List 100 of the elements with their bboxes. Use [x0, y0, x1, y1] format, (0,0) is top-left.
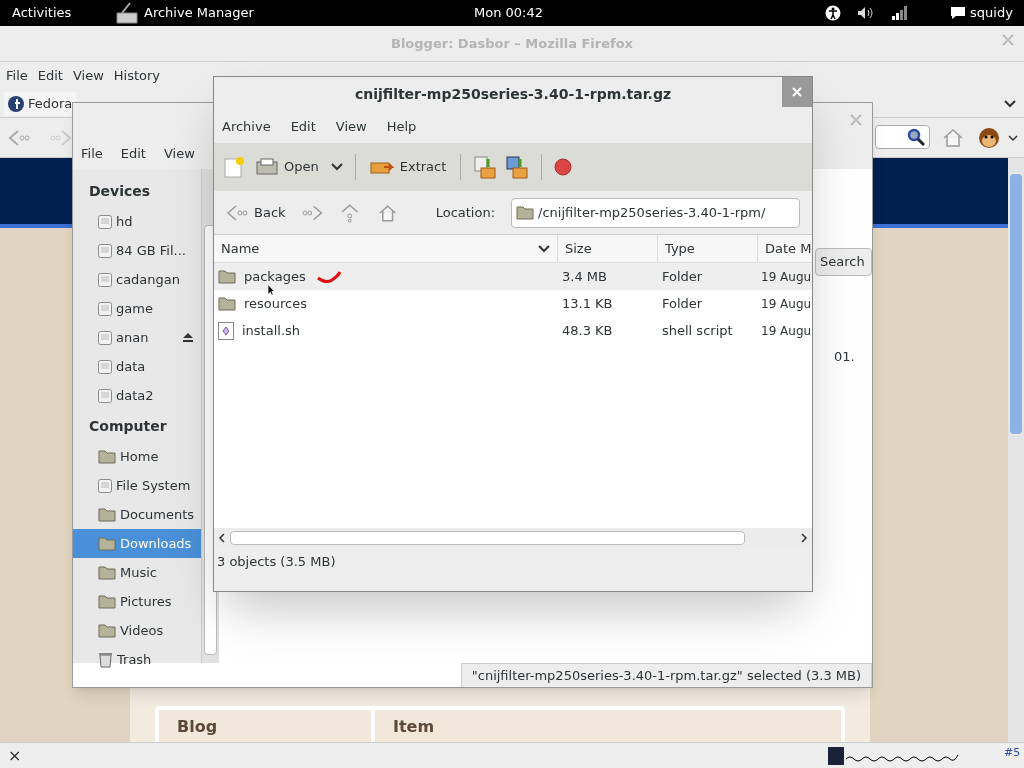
drive-icon: [98, 359, 112, 374]
column-header: Item: [375, 710, 841, 744]
folder-icon: [98, 565, 116, 580]
back-icon[interactable]: [8, 129, 30, 146]
stop-icon[interactable]: [554, 158, 573, 176]
search-field[interactable]: [875, 125, 930, 149]
window-title: cnijfilter-mp250series-3.40-1-rpm.tar.gz: [354, 84, 672, 104]
chat-icon[interactable]: [950, 6, 966, 20]
drive-icon: [98, 301, 112, 316]
open-icon: [256, 158, 278, 176]
tab-count: #5: [1004, 745, 1021, 761]
close-button[interactable]: [782, 77, 812, 107]
menu-item[interactable]: View: [335, 117, 367, 137]
sidebar-item[interactable]: Music: [73, 558, 201, 587]
add-folder-icon[interactable]: [505, 155, 530, 179]
sidebar-item[interactable]: game: [73, 294, 201, 323]
sidebar-item[interactable]: Videos: [73, 616, 201, 645]
drive-icon: [98, 478, 112, 493]
file-name: resources: [244, 297, 307, 310]
location-field[interactable]: /cnijfilter-mp250series-3.40-1-rpm/: [511, 197, 800, 228]
clock[interactable]: Mon 00:42: [474, 3, 543, 23]
menu-item[interactable]: Edit: [290, 117, 316, 137]
file-size: 13.1 KB: [561, 294, 614, 313]
status-text: 3 objects (3.5 MB): [217, 552, 336, 571]
folder-icon: [516, 205, 535, 220]
eject-icon[interactable]: [183, 333, 193, 342]
scroll-left-icon[interactable]: [218, 533, 226, 543]
file-type: Folder: [661, 294, 704, 313]
menu-item[interactable]: History: [113, 66, 161, 86]
dropdown-icon[interactable]: [1008, 135, 1018, 142]
sidebar-item[interactable]: cadangan: [73, 265, 201, 294]
dropdown-icon[interactable]: [330, 163, 343, 171]
drive-icon: [98, 214, 112, 229]
column-header[interactable]: Size: [558, 234, 658, 263]
folder-icon: [218, 296, 236, 311]
activities-button[interactable]: Activities: [12, 3, 106, 23]
drive-icon: [98, 243, 112, 258]
script-file-icon: [218, 321, 234, 340]
home-icon[interactable]: [378, 203, 398, 222]
close-findbar-button[interactable]: ×: [8, 743, 22, 768]
column-header[interactable]: Type: [658, 234, 758, 263]
search-button[interactable]: Search: [815, 248, 872, 276]
menu-item[interactable]: File: [6, 66, 28, 86]
menu-item[interactable]: View: [72, 66, 104, 86]
sidebar-item[interactable]: data2: [73, 381, 201, 410]
file-date: 19 Augu: [760, 295, 812, 313]
sort-icon: [538, 244, 550, 253]
signal-icon[interactable]: [891, 5, 907, 21]
file-size: 48.3 KB: [561, 321, 614, 340]
scrollbar[interactable]: [1008, 158, 1024, 742]
file-size: 3.4 MB: [561, 267, 608, 286]
file-date: 19 Augu: [760, 268, 812, 286]
folder-icon: [98, 536, 116, 551]
sidebar-item[interactable]: Home: [73, 442, 201, 471]
scroll-thumb[interactable]: [1010, 174, 1022, 434]
scribble-mark: [315, 269, 342, 284]
menu-item[interactable]: Edit: [120, 144, 146, 164]
column-header[interactable]: Name: [214, 234, 558, 263]
menu-item[interactable]: View: [163, 144, 195, 164]
user-menu[interactable]: squidy: [970, 3, 1013, 23]
file-name: packages: [244, 270, 306, 283]
column-header[interactable]: Date M: [758, 234, 812, 263]
file-row[interactable]: install.sh 48.3 KB shell script 19 Augu: [214, 317, 812, 344]
window-title: Blogger: Dasbor – Mozilla Firefox: [391, 34, 633, 53]
sidebar-item[interactable]: hd: [73, 207, 201, 236]
up-icon[interactable]: [340, 202, 359, 223]
file-row[interactable]: resources 13.1 KB Folder 19 Augu: [214, 290, 812, 317]
sidebar-item[interactable]: Pictures: [73, 587, 201, 616]
extract-button[interactable]: Extract: [367, 152, 449, 182]
tab-list-icon[interactable]: [1004, 99, 1016, 108]
close-icon: [792, 87, 802, 97]
open-button[interactable]: Open: [252, 152, 323, 182]
file-type: Folder: [661, 267, 704, 286]
drive-icon: [98, 330, 112, 345]
home-icon[interactable]: [942, 128, 964, 148]
menu-item[interactable]: Edit: [37, 66, 63, 86]
add-files-icon[interactable]: [473, 155, 498, 179]
folder-icon: [98, 507, 116, 522]
status-text: "cnijfilter-mp250series-3.40-1-rpm.tar.gz" selected (3.3 MB): [460, 663, 872, 687]
drive-icon: [98, 388, 112, 403]
pointer-icon: [267, 284, 275, 296]
sidebar-item[interactable]: File System: [73, 471, 201, 500]
menu-item[interactable]: Archive: [222, 117, 271, 137]
sidebar-item[interactable]: 84 GB Fil...: [73, 236, 201, 265]
scroll-right-icon[interactable]: [800, 533, 808, 543]
browser-tab[interactable]: Fedora: [4, 91, 77, 116]
sidebar-item[interactable]: anan: [73, 323, 201, 352]
sidebar-item[interactable]: Trash: [73, 645, 201, 674]
back-button[interactable]: Back: [226, 202, 286, 223]
sidebar-item[interactable]: data: [73, 352, 201, 381]
volume-icon[interactable]: [857, 6, 875, 20]
app-menu[interactable]: Archive Manager: [144, 3, 254, 23]
file-date: 19 Augu: [760, 322, 812, 340]
menu-item[interactable]: Help: [386, 117, 417, 137]
menu-item[interactable]: File: [81, 144, 103, 164]
horizontal-scrollbar[interactable]: [214, 528, 812, 548]
forward-icon[interactable]: [301, 204, 323, 221]
sidebar-item[interactable]: Documents: [73, 500, 201, 529]
accessibility-icon[interactable]: [825, 5, 841, 21]
monkey-icon[interactable]: [977, 127, 1001, 149]
